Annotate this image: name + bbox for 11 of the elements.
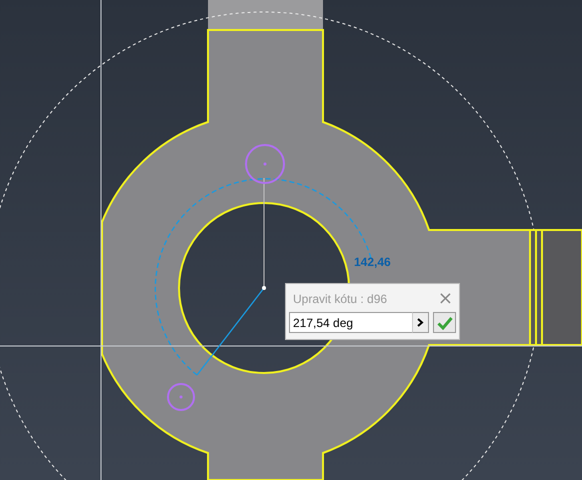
close-button[interactable]: × xyxy=(438,290,453,308)
point-marker[interactable] xyxy=(167,383,195,411)
center-point xyxy=(262,286,266,290)
chevron-icon xyxy=(417,318,424,327)
dialog-title: Upravit kótu : d96 xyxy=(293,292,388,306)
point-marker[interactable] xyxy=(245,144,285,184)
dimension-value[interactable]: 142,46 xyxy=(354,255,391,269)
checkmark-icon xyxy=(436,316,452,330)
expand-button[interactable] xyxy=(412,312,429,333)
value-field[interactable]: 217,54 deg xyxy=(289,312,412,333)
sketch-part[interactable] xyxy=(101,29,531,480)
